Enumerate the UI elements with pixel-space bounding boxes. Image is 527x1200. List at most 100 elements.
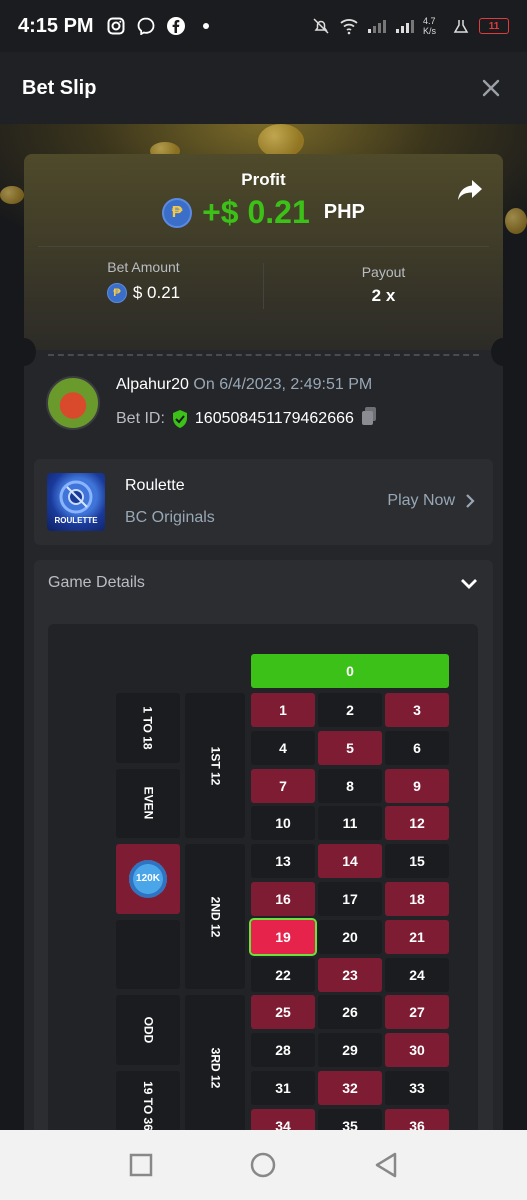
play-now-button[interactable]: Play Now bbox=[387, 492, 475, 510]
share-icon bbox=[458, 180, 482, 200]
flask-icon bbox=[451, 16, 471, 36]
bet-chip-icon: 120K bbox=[129, 859, 167, 898]
facebook-icon bbox=[166, 16, 186, 36]
mute-bell-icon bbox=[311, 16, 331, 36]
decor-coin bbox=[0, 186, 24, 204]
copy-icon bbox=[361, 407, 376, 425]
recents-button[interactable] bbox=[126, 1150, 156, 1180]
roulette-number-cell: 9 bbox=[385, 768, 449, 803]
php-coin-icon: ₱ bbox=[162, 197, 193, 228]
payout-value: 2 x bbox=[371, 286, 396, 305]
payout-stat: Payout 2 x bbox=[264, 259, 503, 314]
back-button[interactable] bbox=[371, 1150, 401, 1180]
roulette-number-cell: 4 bbox=[251, 730, 315, 765]
roulette-number-cell: 29 bbox=[318, 1033, 382, 1068]
home-button[interactable] bbox=[248, 1150, 278, 1180]
roulette-board: 0 1 2 3 4 5 6 7 8 9 10 11 12 13 14 15 16 17 18 19 20 21 22 23 24… bbox=[48, 624, 478, 1130]
battery-icon: 11 bbox=[479, 18, 509, 34]
roulette-number-cell: 18 bbox=[385, 882, 449, 916]
decor-coin bbox=[505, 208, 527, 234]
instagram-icon bbox=[106, 16, 126, 36]
dashed-line bbox=[48, 354, 479, 356]
bet-card: Profit ₱ +$ 0.21 PHP Bet Amount ₱ $ 0.21 bbox=[12, 154, 515, 1130]
outside-bet-cell: 19 TO 36 bbox=[116, 1071, 180, 1130]
share-button[interactable] bbox=[455, 174, 485, 204]
bet-amount-value: $ 0.21 bbox=[132, 283, 181, 302]
signal-icon bbox=[367, 16, 387, 36]
net-speed: 4.7 K/s bbox=[423, 16, 437, 36]
profit-row: ₱ +$ 0.21 PHP bbox=[24, 194, 503, 231]
android-nav-bar bbox=[0, 1130, 527, 1200]
outside-bet-cell: 1 TO 18 bbox=[116, 693, 180, 763]
roulette-number-cell: 3 bbox=[385, 693, 449, 727]
bet-id-row: Bet ID: 160508451179462666 bbox=[116, 406, 378, 431]
ticket-notch-right bbox=[491, 338, 515, 366]
thumbnail-label: ROULETTE bbox=[54, 516, 98, 525]
profit-value: +$ 0.21 bbox=[202, 194, 310, 230]
roulette-number-cell: 26 bbox=[318, 995, 382, 1030]
dozen-bet-cell: 2ND 12 bbox=[185, 844, 245, 990]
close-icon bbox=[482, 79, 500, 97]
bet-date: On 6/4/2023, 2:49:51 PM bbox=[193, 376, 373, 393]
game-name: Roulette bbox=[125, 477, 185, 494]
roulette-number-cell: 31 bbox=[251, 1071, 315, 1105]
decor-coin bbox=[258, 124, 304, 158]
roulette-number-cell: 7 bbox=[251, 768, 315, 803]
roulette-number-cell: 22 bbox=[251, 957, 315, 992]
roulette-number-cell: 35 bbox=[318, 1108, 382, 1130]
recents-icon bbox=[129, 1153, 153, 1177]
dozen-bet-cell: 3RD 12 bbox=[185, 995, 245, 1130]
game-details-panel: Game Details 0 1 2 3 4 5 6 7 8 9 10 11 12 13 14 15 16 17 1… bbox=[34, 560, 493, 1130]
bet-amount-stat: Bet Amount ₱ $ 0.21 bbox=[24, 259, 263, 314]
winning-number-cell: 19 bbox=[249, 917, 317, 956]
outside-bet-cell bbox=[116, 919, 180, 990]
profit-currency: PHP bbox=[323, 201, 365, 223]
outside-bet-label: 19 TO 36 bbox=[141, 1080, 155, 1130]
bet-slip-content[interactable]: Profit ₱ +$ 0.21 PHP Bet Amount ₱ $ 0.21 bbox=[0, 124, 527, 1130]
roulette-number-cell: 2 bbox=[318, 693, 382, 727]
wifi-icon bbox=[339, 16, 359, 36]
bettor-info: Alpahur20 On 6/4/2023, 2:49:51 PM Bet ID… bbox=[46, 376, 486, 432]
bettor-line: Alpahur20 On 6/4/2023, 2:49:51 PM bbox=[116, 376, 372, 394]
outside-bet-cell: EVEN bbox=[116, 768, 180, 839]
bet-id-value: 160508451179462666 bbox=[194, 409, 354, 427]
bettor-name[interactable]: Alpahur20 bbox=[116, 376, 189, 393]
dot-icon bbox=[196, 16, 216, 36]
chevron-down-icon bbox=[461, 579, 477, 589]
page-title: Bet Slip bbox=[22, 76, 97, 99]
roulette-number-cell: 33 bbox=[385, 1071, 449, 1105]
copy-button[interactable] bbox=[360, 406, 378, 431]
roulette-zero-cell: 0 bbox=[251, 654, 449, 688]
avatar[interactable] bbox=[46, 376, 100, 430]
profit-panel: Profit ₱ +$ 0.21 PHP Bet Amount ₱ $ 0.21 bbox=[24, 154, 503, 350]
roulette-number-cell: 23 bbox=[318, 957, 382, 992]
status-notification-icons bbox=[106, 16, 216, 36]
game-card[interactable]: ROULETTE Roulette BC Originals Play Now bbox=[34, 459, 493, 545]
roulette-number-cell: 20 bbox=[318, 919, 382, 954]
roulette-number-cell: 14 bbox=[318, 844, 382, 879]
outside-bet-label: ODD bbox=[140, 1016, 155, 1044]
roulette-number-cell: 32 bbox=[318, 1071, 382, 1105]
status-time: 4:15 PM bbox=[18, 14, 94, 37]
close-button[interactable] bbox=[477, 74, 505, 102]
roulette-number-cell: 24 bbox=[385, 957, 449, 992]
roulette-number-cell: 17 bbox=[318, 882, 382, 916]
collapse-toggle[interactable] bbox=[459, 574, 479, 594]
dozen-bet-label: 2ND 12 bbox=[208, 896, 222, 938]
game-details-title[interactable]: Game Details bbox=[48, 574, 145, 592]
dozen-bet-label: 1ST 12 bbox=[207, 746, 222, 785]
roulette-number-cell: 11 bbox=[318, 806, 382, 841]
status-bar: 4:15 PM 4.7 K/s 11 bbox=[0, 0, 527, 52]
roulette-number-cell: 27 bbox=[385, 995, 449, 1030]
payout-label: Payout bbox=[361, 264, 406, 280]
roulette-number-cell: 13 bbox=[251, 844, 315, 879]
dozen-bet-cell: 1ST 12 bbox=[185, 693, 245, 839]
roulette-number-cell: 12 bbox=[385, 806, 449, 841]
roulette-number-cell: 10 bbox=[251, 806, 315, 841]
bet-stats: Bet Amount ₱ $ 0.21 Payout 2 x bbox=[24, 259, 503, 314]
ticket-separator bbox=[12, 338, 515, 366]
roulette-number-cell: 1 bbox=[251, 693, 315, 727]
roulette-number-cell: 30 bbox=[385, 1033, 449, 1068]
dozen-bet-label: 3RD 12 bbox=[208, 1047, 222, 1089]
roulette-number-cell: 36 bbox=[385, 1108, 449, 1130]
